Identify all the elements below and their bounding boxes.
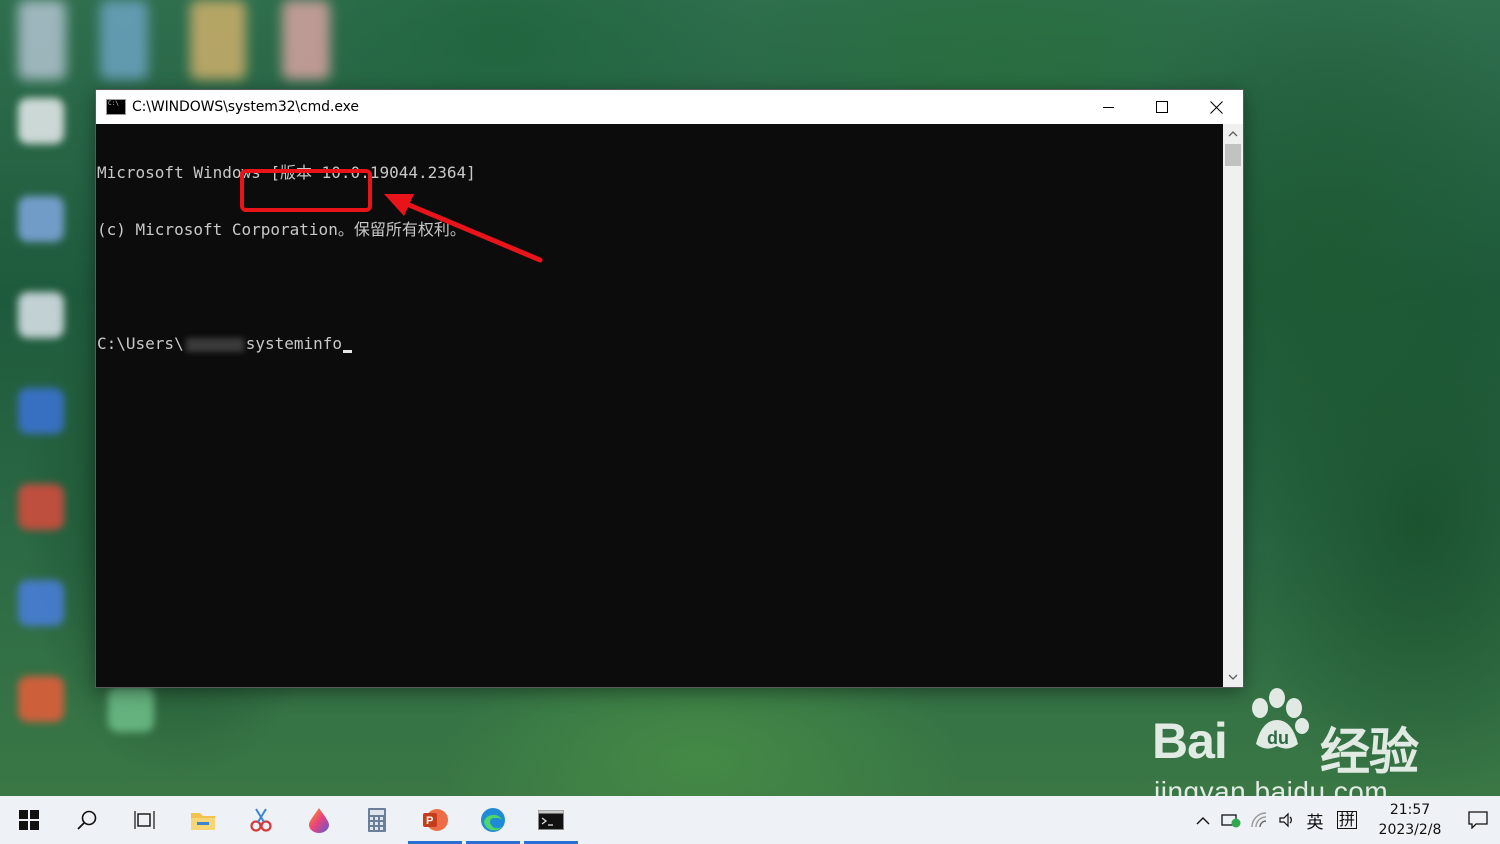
desktop-icons bbox=[0, 0, 330, 790]
security-app-icon bbox=[1221, 814, 1241, 828]
scroll-thumb[interactable] bbox=[1225, 144, 1241, 166]
action-center-button[interactable] bbox=[1456, 796, 1500, 844]
desktop-icon[interactable] bbox=[18, 292, 64, 338]
file-explorer-button[interactable] bbox=[174, 796, 232, 844]
ime-mode-label: 拼 bbox=[1336, 810, 1357, 829]
volume-button[interactable] bbox=[1274, 812, 1300, 828]
wifi-icon bbox=[1251, 812, 1267, 828]
search-icon bbox=[77, 810, 97, 830]
annotation-highlight-box bbox=[240, 169, 372, 212]
chevron-up-icon bbox=[1228, 131, 1238, 137]
minimize-icon bbox=[1102, 106, 1114, 108]
window-title: C:\WINDOWS\system32\cmd.exe bbox=[132, 99, 359, 115]
desktop-icon[interactable] bbox=[18, 484, 64, 530]
typed-command: systeminfo bbox=[245, 334, 343, 353]
text-cursor bbox=[343, 350, 353, 353]
edge-icon bbox=[481, 808, 505, 832]
svg-text:P: P bbox=[426, 815, 433, 827]
clock-date: 2023/2/8 bbox=[1378, 822, 1442, 838]
terminal-icon bbox=[538, 810, 564, 830]
redacted-username bbox=[185, 337, 244, 352]
minimize-button[interactable] bbox=[1081, 90, 1135, 124]
windows-logo-icon bbox=[19, 810, 39, 830]
paint-drop-icon bbox=[309, 808, 329, 833]
baidu-watermark: du Bai 经验 jingyan.baidu.com bbox=[1150, 684, 1430, 807]
desktop-icon[interactable] bbox=[18, 0, 66, 80]
chevron-down-icon bbox=[1228, 674, 1238, 680]
tray-app-button[interactable] bbox=[1216, 812, 1246, 828]
scroll-up-button[interactable] bbox=[1223, 124, 1243, 144]
edge-button[interactable] bbox=[464, 796, 522, 844]
system-tray: 英 拼 21:57 2023/2/8 bbox=[1190, 796, 1500, 844]
svg-text:du: du bbox=[1267, 728, 1289, 748]
watermark-brand-left: Bai bbox=[1152, 713, 1228, 769]
network-button[interactable] bbox=[1246, 812, 1274, 828]
speaker-icon bbox=[1279, 812, 1292, 828]
title-bar[interactable]: C:\WINDOWS\system32\cmd.exe bbox=[96, 90, 1243, 124]
powerpoint-icon: P bbox=[423, 809, 448, 831]
command-prompt-button[interactable] bbox=[522, 796, 580, 844]
show-hidden-icons-button[interactable] bbox=[1190, 816, 1216, 825]
annotation-arrow-icon bbox=[384, 194, 543, 263]
clock[interactable]: 21:57 2023/2/8 bbox=[1370, 800, 1450, 840]
task-view-button[interactable] bbox=[116, 796, 174, 844]
desktop-icon[interactable] bbox=[190, 0, 246, 80]
clock-time: 21:57 bbox=[1389, 802, 1431, 818]
prompt-line[interactable]: C:\Users\ systeminfo bbox=[97, 334, 1223, 353]
baidu-paw-logo-icon: du bbox=[1252, 688, 1309, 749]
taskbar: P 英 拼 21:57 2023/2/8 bbox=[0, 796, 1500, 844]
search-button[interactable] bbox=[58, 796, 116, 844]
desktop-icon[interactable] bbox=[18, 196, 64, 242]
start-button[interactable] bbox=[0, 796, 58, 844]
watermark-brand-right: 经验 bbox=[1320, 724, 1419, 780]
paint-button[interactable] bbox=[290, 796, 348, 844]
maximize-button[interactable] bbox=[1135, 90, 1189, 124]
powerpoint-button[interactable]: P bbox=[406, 796, 464, 844]
ime-mode-button[interactable]: 拼 bbox=[1330, 811, 1364, 829]
desktop-icon[interactable] bbox=[100, 0, 148, 80]
console-line: (c) Microsoft Corporation。保留所有权利。 bbox=[97, 220, 466, 239]
vertical-scrollbar[interactable] bbox=[1223, 124, 1243, 687]
maximize-icon bbox=[1156, 101, 1168, 113]
window-controls bbox=[1081, 90, 1243, 124]
folder-icon bbox=[191, 813, 215, 830]
chevron-up-icon bbox=[1196, 816, 1210, 824]
desktop-icon[interactable] bbox=[18, 580, 64, 626]
prompt-prefix: C:\Users\ bbox=[97, 334, 184, 353]
scissors-icon bbox=[250, 808, 272, 832]
ime-language-button[interactable]: 英 bbox=[1300, 808, 1330, 833]
close-icon bbox=[1210, 101, 1223, 114]
notification-icon bbox=[1468, 811, 1488, 829]
task-view-icon bbox=[134, 811, 155, 829]
desktop-icon[interactable] bbox=[18, 388, 64, 434]
desktop-icon[interactable] bbox=[108, 686, 154, 732]
snipping-tool-button[interactable] bbox=[232, 796, 290, 844]
desktop-icon[interactable] bbox=[282, 0, 330, 80]
close-button[interactable] bbox=[1189, 90, 1243, 124]
desktop-icon[interactable] bbox=[18, 676, 64, 722]
cmd-icon bbox=[106, 99, 126, 115]
calculator-button[interactable] bbox=[348, 796, 406, 844]
desktop-icon[interactable] bbox=[18, 98, 64, 144]
calculator-icon bbox=[368, 808, 386, 832]
